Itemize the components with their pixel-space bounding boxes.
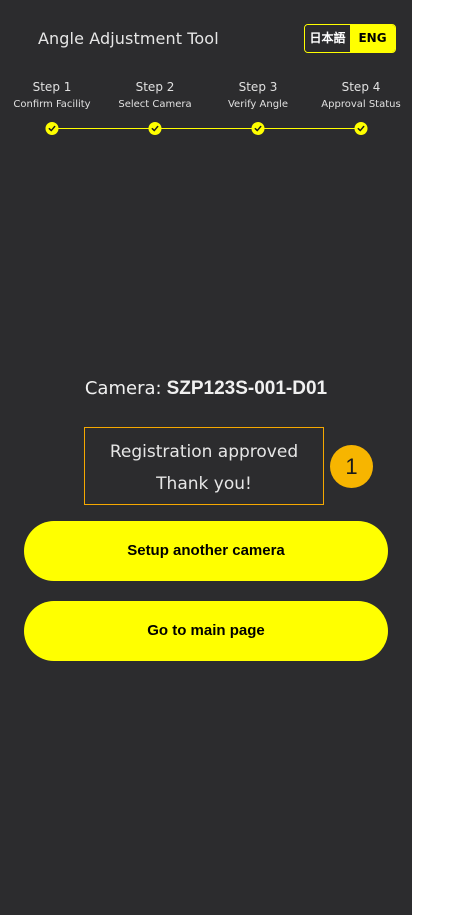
step-number: Step 2 [135, 80, 175, 94]
language-japanese-button[interactable]: 日本語 [305, 25, 350, 52]
check-icon [354, 122, 368, 135]
step-label: Select Camera [118, 99, 192, 110]
step-4: Step 4 Approval Status [310, 80, 413, 135]
step-number: Step 1 [32, 80, 72, 94]
camera-label: Camera: [84, 378, 162, 399]
step-3: Step 3 Verify Angle [207, 80, 310, 135]
annotation-badge: 1 [330, 445, 373, 488]
step-label: Confirm Facility [13, 99, 91, 110]
step-label: Approval Status [321, 99, 401, 110]
step-progress: Step 1 Confirm Facility Step 2 Select Ca… [0, 80, 412, 140]
check-icon [45, 122, 59, 135]
camera-info: Camera: SZP123S-001-D01 [0, 378, 412, 400]
app-panel: Angle Adjustment Tool 日本語 ENG Step 1 Con… [0, 0, 412, 915]
status-title: Registration approved [109, 442, 299, 462]
step-2: Step 2 Select Camera [104, 80, 207, 135]
language-toggle: 日本語 ENG [304, 24, 396, 53]
status-thanks: Thank you! [156, 474, 252, 494]
app-title: Angle Adjustment Tool [38, 29, 219, 48]
status-message-box: Registration approved Thank you! [84, 427, 324, 505]
step-connector-line [52, 128, 361, 129]
check-icon [251, 122, 265, 135]
step-label: Verify Angle [227, 99, 288, 110]
check-icon [148, 122, 162, 135]
language-english-button[interactable]: ENG [350, 25, 395, 52]
step-number: Step 3 [238, 80, 278, 94]
go-to-main-page-button[interactable]: Go to main page [24, 601, 388, 661]
step-number: Step 4 [341, 80, 381, 94]
setup-another-camera-button[interactable]: Setup another camera [24, 521, 388, 581]
camera-id: SZP123S-001-D01 [166, 378, 328, 399]
step-1: Step 1 Confirm Facility [1, 80, 104, 135]
